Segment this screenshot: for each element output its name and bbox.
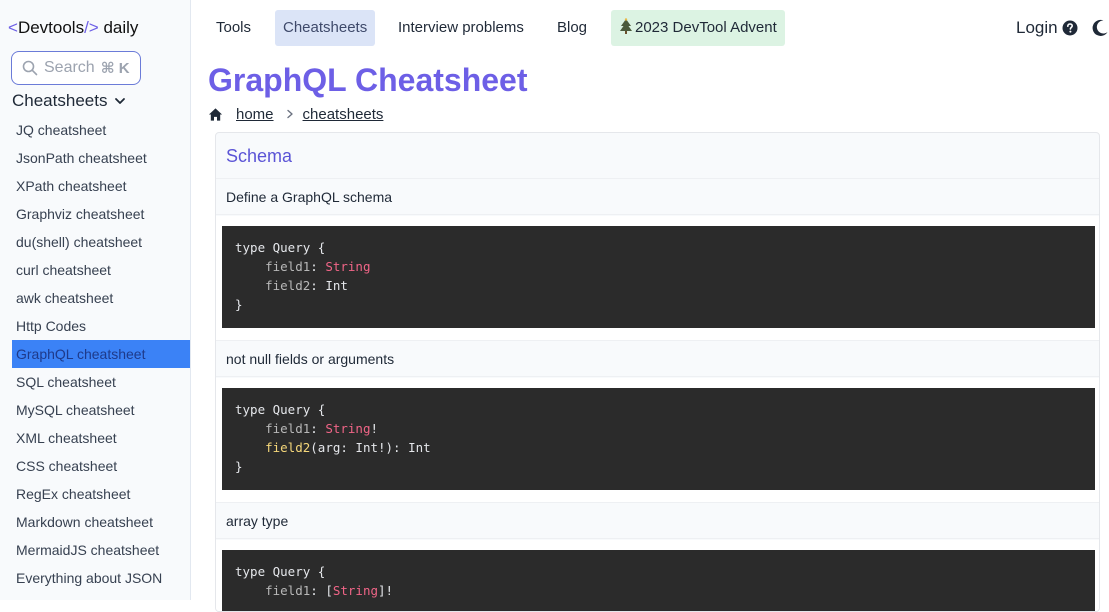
search-input[interactable]: Search ⌘ K xyxy=(11,51,141,85)
logo-suffix: daily xyxy=(103,18,139,37)
sidebar-nav: JQ cheatsheet JsonPath cheatsheet XPath ch… xyxy=(12,116,190,592)
sidebar-item-regex-cheatsheet[interactable]: RegEx cheatsheet xyxy=(12,480,190,508)
section-define-schema: Define a GraphQL schema xyxy=(216,178,1099,215)
chevron-down-icon xyxy=(115,98,126,104)
breadcrumb: home cheatsheets xyxy=(208,104,383,124)
top-nav: Tools Cheatsheets Interview problems Blo… xyxy=(191,0,1109,56)
logo-open-bracket: < xyxy=(8,18,18,37)
sidebar-item-mermaidjs-cheatsheet[interactable]: MermaidJS cheatsheet xyxy=(12,536,190,564)
advent-label: 2023 DevTool Advent xyxy=(635,19,777,36)
sidebar-item-http-codes[interactable]: Http Codes xyxy=(12,312,190,340)
tab-cheatsheets[interactable]: Cheatsheets xyxy=(275,10,376,46)
code-block[interactable]: type Query { field1: String field2: Int … xyxy=(222,226,1095,328)
tab-interview-problems[interactable]: Interview problems xyxy=(390,10,532,46)
help-icon xyxy=(1062,20,1078,36)
login-button[interactable]: Login xyxy=(1016,18,1078,38)
tab-devtool-advent[interactable]: 2023 DevTool Advent xyxy=(611,10,785,46)
search-icon xyxy=(22,60,38,76)
logo[interactable]: <Devtools/> daily xyxy=(8,18,138,38)
page-title: GraphQL Cheatsheet xyxy=(208,62,528,98)
search-shortcut: ⌘ K xyxy=(100,60,130,77)
schema-card: Schema Define a GraphQL schema type Quer… xyxy=(215,132,1100,612)
chevron-right-icon xyxy=(286,109,293,119)
home-icon xyxy=(208,107,223,121)
cheatsheets-section-toggle[interactable]: Cheatsheets xyxy=(12,90,127,112)
sidebar-item-mysql-cheatsheet[interactable]: MySQL cheatsheet xyxy=(12,396,190,424)
code-wrapper: type Query { field1: String! field2(arg:… xyxy=(216,378,1099,502)
sidebar-item-curl-cheatsheet[interactable]: curl cheatsheet xyxy=(12,256,190,284)
section-label: array type xyxy=(226,513,289,529)
breadcrumb-home[interactable]: home xyxy=(236,106,274,123)
section-label: not null fields or arguments xyxy=(226,351,395,367)
sidebar-item-xml-cheatsheet[interactable]: XML cheatsheet xyxy=(12,424,190,452)
code-wrapper: type Query { field1: [String]! xyxy=(216,540,1099,611)
sidebar-item-jq-cheatsheet[interactable]: JQ cheatsheet xyxy=(12,116,190,144)
breadcrumb-cheatsheets[interactable]: cheatsheets xyxy=(303,106,384,123)
sidebar-item-sql-cheatsheet[interactable]: SQL cheatsheet xyxy=(12,368,190,396)
card-title: Schema xyxy=(226,146,293,166)
tab-tools[interactable]: Tools xyxy=(208,10,259,46)
sidebar-item-graphviz-cheatsheet[interactable]: Graphviz cheatsheet xyxy=(12,200,190,228)
sidebar-item-graphql-cheatsheet[interactable]: GraphQL cheatsheet xyxy=(12,340,190,368)
search-placeholder: Search xyxy=(44,59,95,76)
sidebar-item-jsonpath-cheatsheet[interactable]: JsonPath cheatsheet xyxy=(12,144,190,172)
section-not-null: not null fields or arguments xyxy=(216,340,1099,377)
code-wrapper: type Query { field1: String field2: Int … xyxy=(216,216,1099,340)
login-label: Login xyxy=(1016,18,1058,37)
sidebar-item-du-shell-cheatsheet[interactable]: du(shell) cheatsheet xyxy=(12,228,190,256)
code-block[interactable]: type Query { field1: String! field2(arg:… xyxy=(222,388,1095,490)
section-label: Define a GraphQL schema xyxy=(226,189,393,205)
dark-mode-icon[interactable] xyxy=(1091,19,1109,37)
tree-icon xyxy=(620,18,632,34)
section-array-type: array type xyxy=(216,502,1099,539)
section-label: Cheatsheets xyxy=(12,91,108,110)
sidebar-item-xpath-cheatsheet[interactable]: XPath cheatsheet xyxy=(12,172,190,200)
sidebar-item-awk-cheatsheet[interactable]: awk cheatsheet xyxy=(12,284,190,312)
code-block[interactable]: type Query { field1: [String]! xyxy=(222,550,1095,611)
sidebar-item-markdown-cheatsheet[interactable]: Markdown cheatsheet xyxy=(12,508,190,536)
sidebar-item-css-cheatsheet[interactable]: CSS cheatsheet xyxy=(12,452,190,480)
logo-close-bracket: /> xyxy=(84,18,99,37)
tab-blog[interactable]: Blog xyxy=(549,10,595,46)
sidebar-item-everything-about-json[interactable]: Everything about JSON xyxy=(12,564,190,592)
sidebar: <Devtools/> daily Search ⌘ K Cheatsheets… xyxy=(0,0,191,600)
logo-name: Devtools xyxy=(17,18,85,37)
